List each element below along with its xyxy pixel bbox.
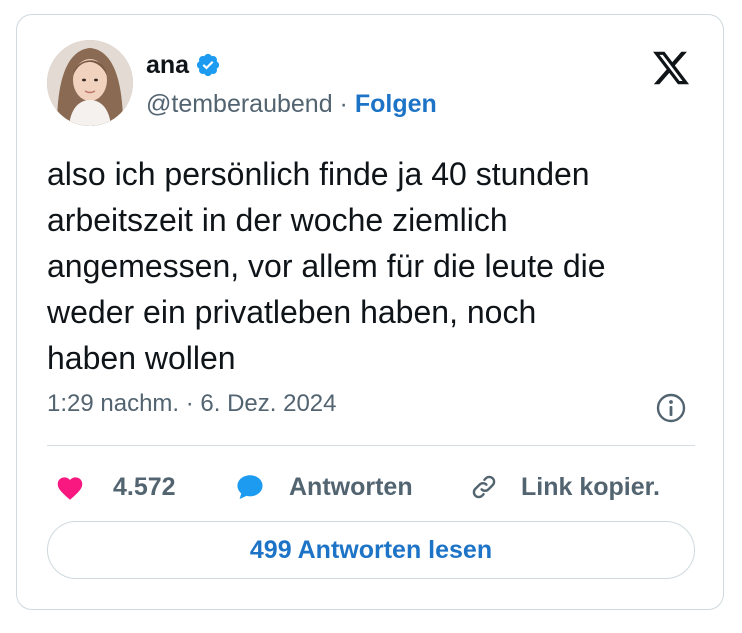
- tweet-line: angemessen, vor allem für die leute die: [47, 248, 606, 284]
- author-name[interactable]: ana: [146, 52, 189, 78]
- verified-badge-icon: [195, 52, 221, 78]
- copy-link-button[interactable]: Link kopier.: [467, 467, 660, 507]
- follow-button[interactable]: Folgen: [355, 90, 437, 118]
- heart-icon: [57, 477, 83, 500]
- read-replies-button[interactable]: 499 Antworten lesen: [47, 521, 695, 579]
- tweet-line: also ich persönlich finde ja 40 stunden: [47, 156, 590, 192]
- tweet-timestamp[interactable]: 1:29 nachm. · 6. Dez. 2024: [47, 390, 337, 418]
- tweet-text: also ich persönlich finde ja 40 stunden …: [47, 151, 707, 381]
- speech-bubble-icon: [237, 475, 263, 499]
- like-button[interactable]: 4.572: [53, 467, 176, 507]
- action-bar: 4.572 Antworten Link kopier.: [47, 467, 707, 507]
- tweet-card: ana @temberaubend · Folgen also ich pers…: [16, 14, 724, 610]
- like-count: 4.572: [113, 472, 176, 501]
- x-logo-icon[interactable]: [651, 48, 691, 88]
- link-icon: [472, 475, 496, 499]
- author-name-row: ana: [146, 52, 221, 78]
- info-icon[interactable]: [655, 392, 687, 424]
- author-handle[interactable]: @temberaubend: [146, 90, 333, 118]
- copy-link-label: Link kopier.: [521, 472, 660, 501]
- handle-row: @temberaubend · Folgen: [146, 89, 437, 119]
- reply-label: Antworten: [289, 472, 413, 501]
- divider: [47, 445, 695, 446]
- handle-separator: ·: [332, 90, 355, 118]
- avatar-image: [47, 40, 133, 126]
- tweet-line: weder ein privatleben haben, noch: [47, 294, 537, 330]
- tweet-line: haben wollen: [47, 340, 236, 376]
- reply-button[interactable]: Antworten: [233, 467, 413, 507]
- tweet-line: arbeitszeit in der woche ziemlich: [47, 202, 508, 238]
- avatar[interactable]: [47, 40, 133, 126]
